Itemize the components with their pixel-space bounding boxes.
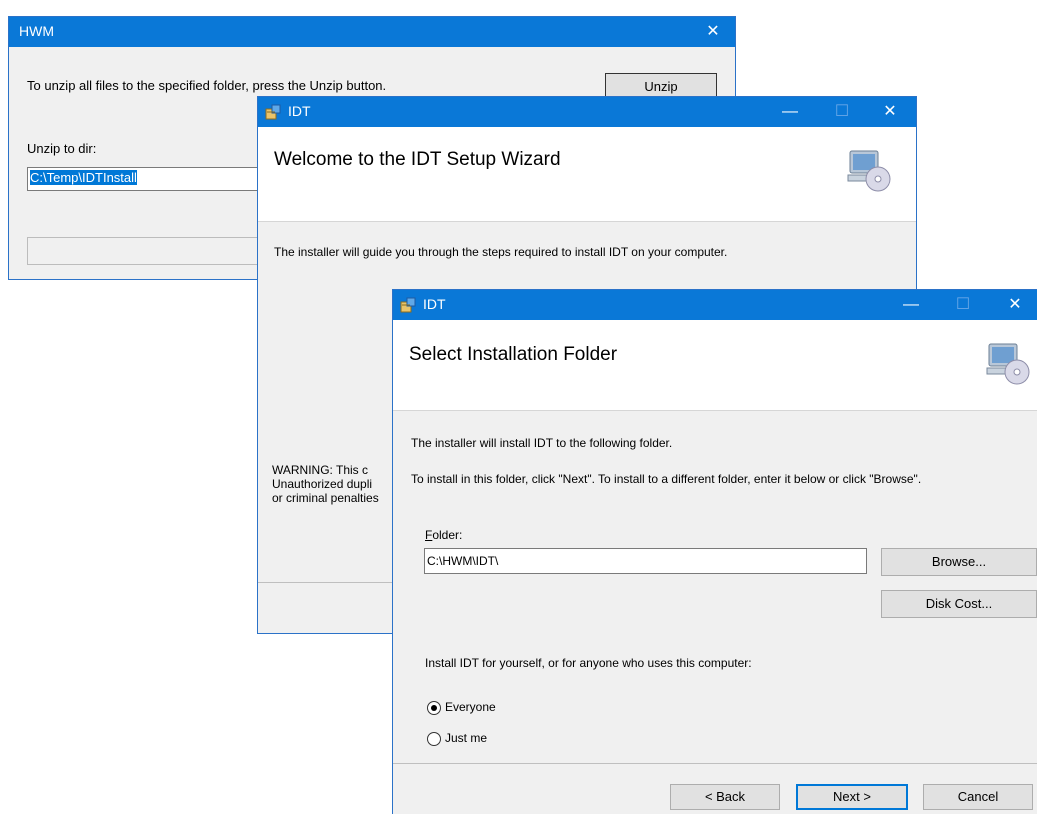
folder-titlebar[interactable]: IDT — ☐ ✕	[393, 290, 1037, 320]
back-button[interactable]: < Back	[670, 784, 780, 810]
computer-with-disc-icon	[847, 150, 891, 192]
disk-cost-button[interactable]: Disk Cost...	[881, 590, 1037, 618]
folder-maximize-button[interactable]: ☐	[941, 290, 985, 320]
folder-minimize-button[interactable]: —	[889, 290, 933, 320]
unzip-dir-value: C:\Temp\IDTInstall	[30, 170, 137, 185]
folder-info-line2: To install in this folder, click "Next".…	[411, 472, 922, 486]
hwm-close-button[interactable]: ✕	[691, 17, 735, 47]
unzip-dir-label: Unzip to dir:	[27, 141, 97, 156]
folder-close-button[interactable]: ✕	[993, 290, 1037, 320]
welcome-title: IDT	[288, 103, 311, 119]
folder-title: IDT	[423, 296, 446, 312]
welcome-warning-line1: WARNING: This c	[272, 463, 369, 477]
radio-just-me-circle[interactable]	[427, 732, 441, 746]
installer-box-icon	[265, 104, 281, 120]
cancel-button[interactable]: Cancel	[923, 784, 1033, 810]
folder-info-line1: The installer will install IDT to the fo…	[411, 436, 673, 450]
folder-wizard-window: IDT — ☐ ✕ Select Installation Folder The…	[392, 289, 1037, 814]
unzip-dir-input[interactable]: C:\Temp\IDTInstall	[27, 167, 267, 191]
computer-with-disc-icon	[986, 343, 1030, 385]
installer-box-icon	[400, 297, 416, 313]
folder-input[interactable]: C:\HWM\IDT\	[424, 548, 867, 574]
welcome-heading: Welcome to the IDT Setup Wizard	[274, 149, 561, 170]
radio-everyone-circle[interactable]	[427, 701, 441, 715]
welcome-header: Welcome to the IDT Setup Wizard	[258, 127, 916, 222]
welcome-close-button[interactable]: ✕	[868, 97, 912, 127]
welcome-warning-line2: Unauthorized dupli	[272, 477, 373, 491]
folder-label-text: older:	[432, 528, 463, 542]
folder-heading: Select Installation Folder	[409, 344, 618, 365]
hwm-title: HWM	[19, 23, 54, 39]
welcome-intro: The installer will guide you through the…	[274, 245, 728, 259]
folder-header: Select Installation Folder	[393, 320, 1037, 411]
next-button[interactable]: Next >	[796, 784, 908, 810]
radio-just-me-label: Just me	[445, 731, 488, 745]
browse-button[interactable]: Browse...	[881, 548, 1037, 576]
welcome-warning-line3: or criminal penalties	[272, 491, 379, 505]
install-for-label: Install IDT for yourself, or for anyone …	[425, 656, 752, 670]
radio-everyone[interactable]: Everyone	[427, 700, 567, 718]
radio-everyone-label: Everyone	[445, 700, 496, 714]
folder-footer: < Back Next > Cancel	[393, 763, 1037, 814]
radio-just-me[interactable]: Just me	[427, 731, 567, 749]
welcome-titlebar[interactable]: IDT — ☐ ✕	[258, 97, 916, 127]
welcome-minimize-button[interactable]: —	[768, 97, 812, 127]
welcome-maximize-button[interactable]: ☐	[820, 97, 864, 127]
hwm-instruction: To unzip all files to the specified fold…	[27, 78, 387, 93]
hwm-titlebar[interactable]: HWM ✕	[9, 17, 735, 47]
unzip-progress-bar	[27, 237, 267, 265]
folder-label: Folder:	[425, 528, 462, 542]
